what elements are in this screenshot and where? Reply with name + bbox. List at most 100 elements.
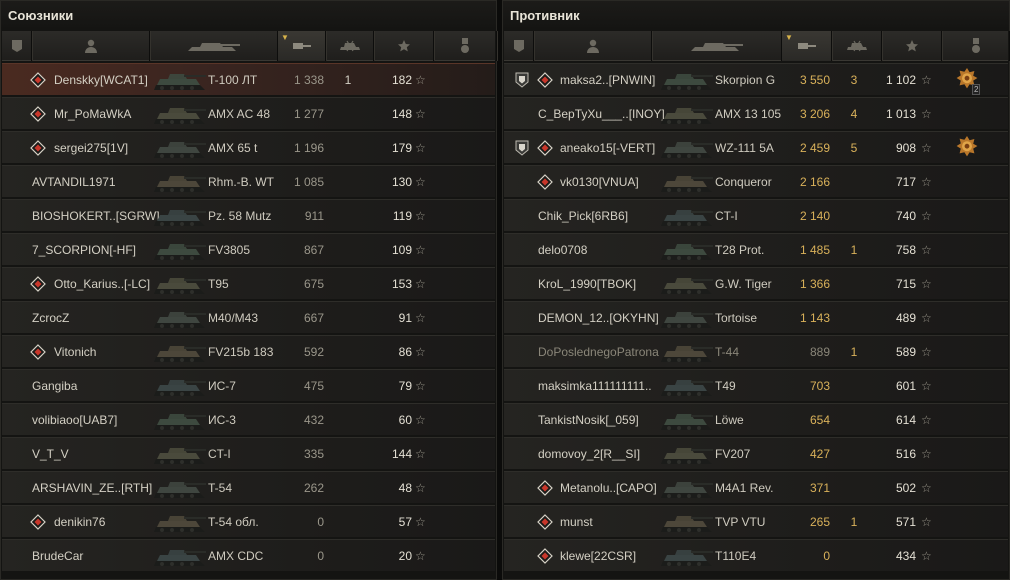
xp-star-icon[interactable]	[374, 31, 434, 61]
medal-icon[interactable]	[434, 31, 497, 61]
player-name[interactable]: Denskky[WCAT1]	[54, 64, 148, 96]
player-name[interactable]: V_T_V	[32, 438, 69, 470]
xp-star-icon: ☆	[921, 209, 932, 223]
player-row[interactable]: ARSHAVIN_ZE..[RTH] T-54 262 48 ☆	[2, 471, 495, 503]
player-name[interactable]: KroL_1990[TBOK]	[538, 268, 636, 300]
clan-shield-icon	[515, 140, 531, 156]
vehicle-name: TVP VTU	[715, 515, 766, 529]
xp-star-icon: ☆	[921, 481, 932, 495]
player-row[interactable]: Denskky[WCAT1] T-100 ЛТ 1 338 1 182 ☆	[2, 63, 495, 95]
player-name[interactable]: ZcrocZ	[32, 302, 69, 334]
player-row[interactable]: BIOSHOKERT..[SGRW] Pz. 58 Mutz 911 119 ☆	[2, 199, 495, 231]
player-row[interactable]: ZcrocZ M40/M43 667 91 ☆	[2, 301, 495, 333]
tank-icon	[659, 339, 715, 366]
player-row[interactable]: V_T_V CT-I 335 144 ☆	[2, 437, 495, 469]
player-row[interactable]: vk0130[VNUA] Conqueror 2 166 717 ☆	[504, 165, 1008, 197]
player-name[interactable]: aneako15[-VERT]	[560, 132, 655, 164]
player-icon[interactable]	[32, 31, 150, 61]
player-name[interactable]: Otto_Karius..[-LC]	[54, 268, 150, 300]
damage-value: 3 206	[799, 107, 830, 121]
player-icon[interactable]	[534, 31, 652, 61]
player-row[interactable]: delo0708 T28 Prot. 1 485 1 758 ☆	[504, 233, 1008, 265]
player-row[interactable]: maksa2..[PNWIN] Skorpion G 3 550 3 1 102 ☆ 2	[504, 63, 1008, 95]
player-name[interactable]: 7_SCORPION[-HF]	[32, 234, 136, 266]
player-row[interactable]: DoPoslednegoPatrona T-44 889 1 589 ☆	[504, 335, 1008, 367]
player-name[interactable]: DEMON_12..[OKYHN]	[538, 302, 659, 334]
frags-icon[interactable]	[832, 31, 882, 61]
player-name[interactable]: Metanolu..[CAPO]	[560, 472, 657, 504]
player-name[interactable]: Gangiba	[32, 370, 77, 402]
player-name[interactable]: vk0130[VNUA]	[560, 166, 639, 198]
player-row[interactable]: Gangiba ИС-7 475 79 ☆	[2, 369, 495, 401]
player-name[interactable]: AVTANDIL1971	[32, 166, 116, 198]
xp-value: 489	[895, 311, 916, 325]
player-row[interactable]: Otto_Karius..[-LC] T95 675 153 ☆	[2, 267, 495, 299]
damage-value: 1 277	[293, 107, 324, 121]
tank-icon[interactable]	[150, 31, 278, 61]
player-name[interactable]: Mr_PoMaWkA	[54, 98, 131, 130]
player-name[interactable]: maksa2..[PNWIN]	[560, 64, 655, 96]
sort-arrow-icon: ▼	[785, 33, 793, 42]
player-row[interactable]: BrudeCar AMX CDC 0 20 ☆	[2, 539, 495, 571]
player-name[interactable]: munst	[560, 506, 593, 538]
player-name[interactable]: sergei275[1V]	[54, 132, 128, 164]
player-row[interactable]: maksimka111111111.. T49 703 601 ☆	[504, 369, 1008, 401]
player-row[interactable]: domovoy_2[R__SI] FV207 427 516 ☆	[504, 437, 1008, 469]
medal-icon[interactable]: 2	[956, 68, 981, 95]
player-name[interactable]: Vitonich	[54, 336, 96, 368]
tank-icon	[152, 169, 208, 196]
xp-star-icon: ☆	[921, 379, 932, 393]
frags-icon[interactable]	[326, 31, 374, 61]
player-name[interactable]: DoPoslednegoPatrona	[538, 336, 659, 368]
damage-value: 335	[303, 447, 324, 461]
tank-icon	[659, 203, 715, 230]
player-name[interactable]: ARSHAVIN_ZE..[RTH]	[32, 472, 152, 504]
badge-icon[interactable]	[504, 31, 534, 61]
player-name[interactable]: klewe[22CSR]	[560, 540, 636, 572]
xp-value: 182	[391, 73, 412, 87]
player-row[interactable]: Mr_PoMaWkA AMX AC 48 1 277 148 ☆	[2, 97, 495, 129]
player-row[interactable]: klewe[22CSR] T110E4 0 434 ☆	[504, 539, 1008, 571]
player-row[interactable]: TankistNosik[_059] Löwe 654 614 ☆	[504, 403, 1008, 435]
player-name[interactable]: BIOSHOKERT..[SGRW]	[32, 200, 160, 232]
player-name[interactable]: maksimka111111111..	[538, 370, 652, 402]
damage-icon[interactable]: ▼	[278, 31, 326, 61]
tank-icon[interactable]	[652, 31, 782, 61]
player-name[interactable]: domovoy_2[R__SI]	[538, 438, 640, 470]
player-row[interactable]: KroL_1990[TBOK] G.W. Tiger 1 366 715 ☆	[504, 267, 1008, 299]
xp-value: 614	[895, 413, 916, 427]
player-name[interactable]: TankistNosik[_059]	[538, 404, 639, 436]
xp-star-icon: ☆	[415, 311, 426, 325]
xp-value: 1 102	[885, 73, 916, 87]
damage-icon[interactable]: ▼	[782, 31, 832, 61]
player-row[interactable]: Vitonich FV215b 183 592 86 ☆	[2, 335, 495, 367]
medal-icon[interactable]	[942, 31, 1010, 61]
player-name[interactable]: BrudeCar	[32, 540, 83, 572]
player-row[interactable]: Chik_Pick[6RB6] CT-I 2 140 740 ☆	[504, 199, 1008, 231]
frags-value: 5	[850, 141, 858, 155]
player-row[interactable]: munst TVP VTU 265 1 571 ☆	[504, 505, 1008, 537]
player-row[interactable]: DEMON_12..[OKYHN] Tortoise 1 143 489 ☆	[504, 301, 1008, 333]
player-name[interactable]: delo0708	[538, 234, 587, 266]
player-name[interactable]: C_BepTyXu___..[INOY]	[538, 98, 665, 130]
player-row[interactable]: C_BepTyXu___..[INOY] AMX 13 105 3 206 4 1 01…	[504, 97, 1008, 129]
player-name[interactable]: denikin76	[54, 506, 105, 538]
tank-icon	[659, 271, 715, 298]
xp-value: 130	[391, 175, 412, 189]
tank-icon	[659, 237, 715, 264]
tank-icon	[152, 101, 208, 128]
player-name[interactable]: volibiaoo[UAB7]	[32, 404, 117, 436]
badge-icon[interactable]	[2, 31, 32, 61]
xp-star-icon[interactable]	[882, 31, 942, 61]
player-row[interactable]: volibiaoo[UAB7] ИС-3 432 60 ☆	[2, 403, 495, 435]
player-row[interactable]: sergei275[1V] AMX 65 t 1 196 179 ☆	[2, 131, 495, 163]
player-row[interactable]: 7_SCORPION[-HF] FV3805 867 109 ☆	[2, 233, 495, 265]
xp-value: 758	[895, 243, 916, 257]
player-name[interactable]: Chik_Pick[6RB6]	[538, 200, 628, 232]
player-row[interactable]: aneako15[-VERT] WZ-111 5A 2 459 5 908 ☆	[504, 131, 1008, 163]
medal-icon[interactable]	[956, 136, 978, 158]
player-row[interactable]: denikin76 T-54 обл. 0 57 ☆	[2, 505, 495, 537]
vehicle-name: AMX CDC	[208, 549, 264, 563]
player-row[interactable]: Metanolu..[CAPO] M4A1 Rev. 371 502 ☆	[504, 471, 1008, 503]
player-row[interactable]: AVTANDIL1971 Rhm.-B. WT 1 085 130 ☆	[2, 165, 495, 197]
